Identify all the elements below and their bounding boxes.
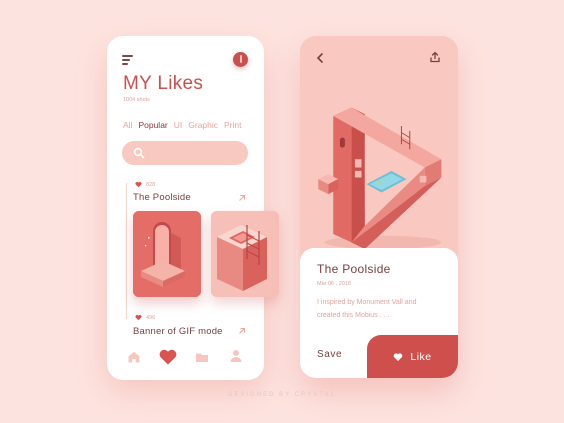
- share-icon[interactable]: [429, 51, 441, 63]
- chevron-left-icon[interactable]: [316, 53, 324, 63]
- shots-count: 1004 shots: [123, 97, 150, 103]
- heart-icon: [135, 314, 142, 321]
- home-icon[interactable]: [126, 349, 142, 365]
- shot-thumbnail[interactable]: [133, 211, 201, 297]
- timeline-line: [126, 183, 127, 319]
- shot-title: The Poolside: [317, 262, 391, 276]
- heart-icon: [394, 352, 403, 361]
- search-icon: [133, 147, 145, 159]
- tab-print[interactable]: Print: [224, 120, 241, 130]
- save-button[interactable]: Save: [317, 349, 342, 360]
- tab-graphic[interactable]: Graphic: [188, 120, 218, 130]
- user-icon[interactable]: [228, 348, 244, 364]
- tab-all[interactable]: All: [123, 120, 132, 130]
- feed-item-title[interactable]: Banner of GIF mode: [133, 326, 223, 336]
- designer-credit: DESIGNED BY CRYSTAL: [228, 392, 336, 398]
- shot-thumbnail[interactable]: [211, 211, 279, 297]
- search-input[interactable]: [122, 141, 248, 165]
- pool-ladder-illustration: [211, 211, 279, 297]
- arrow-up-right-icon[interactable]: [238, 327, 246, 335]
- menu-icon[interactable]: [122, 55, 136, 65]
- shot-description: I inspired by Monument Vall and created …: [317, 299, 417, 319]
- avatar[interactable]: [233, 52, 248, 67]
- like-count: 496: [146, 315, 156, 321]
- tab-ui[interactable]: UI: [174, 120, 183, 130]
- tab-popular[interactable]: Popular: [138, 120, 167, 130]
- feed-item-title[interactable]: The Poolside: [133, 192, 191, 203]
- like-button[interactable]: Like: [367, 335, 458, 378]
- heart-icon[interactable]: [158, 347, 178, 367]
- arch-door-illustration: [133, 211, 201, 297]
- like-count: 828: [146, 182, 156, 188]
- arrow-up-right-icon[interactable]: [238, 194, 246, 202]
- page-title: MY Likes: [123, 73, 204, 94]
- folder-icon[interactable]: [194, 349, 210, 365]
- like-button-label: Like: [410, 350, 432, 363]
- heart-icon: [135, 181, 142, 188]
- category-tabs: All Popular UI Graphic Print: [123, 120, 264, 130]
- shot-date: Mar 06 , 2018: [317, 281, 351, 287]
